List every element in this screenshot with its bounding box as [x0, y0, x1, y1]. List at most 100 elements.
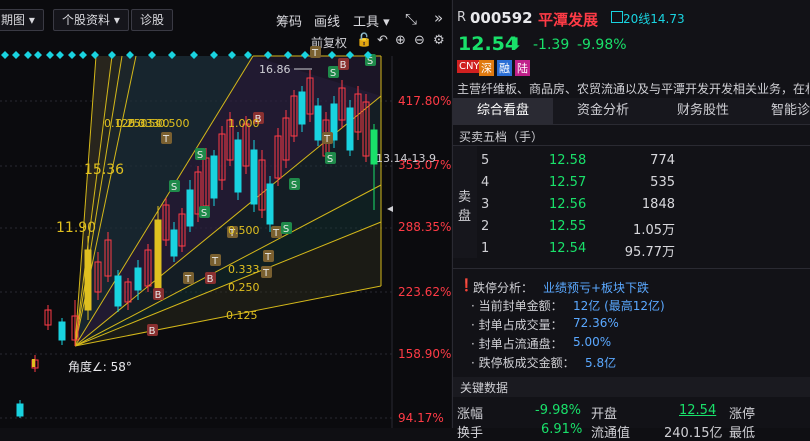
ob-volume: 95.77万	[624, 245, 675, 260]
candle-body	[84, 249, 92, 311]
kd-value-open: 12.54	[679, 403, 717, 418]
orderbook-row[interactable]: 2 12.55 1.05万	[453, 216, 693, 238]
candle-body	[250, 149, 258, 205]
tab-overview[interactable]: 综合看盘	[453, 98, 553, 124]
signal-marker-text: T	[262, 268, 270, 279]
stock-profile-label: 个股资料	[62, 13, 111, 27]
candle-body	[16, 403, 24, 417]
candle-body	[210, 155, 218, 199]
signal-marker-text: S	[291, 180, 297, 191]
orderbook-row[interactable]: 1 12.54 95.77万	[453, 238, 693, 260]
ob-level: 3	[481, 197, 490, 212]
ob-level: 5	[481, 153, 490, 168]
kd-value-float-value: 240.15亿	[664, 426, 723, 441]
signal-marker-text: B	[149, 326, 156, 337]
signal-marker-text: S	[197, 150, 203, 161]
tab-diagnosis[interactable]: 智能诊	[753, 98, 810, 124]
price-change-pct: -9.98%	[577, 37, 627, 53]
orderbook-title: 买卖五档（手）	[459, 130, 544, 144]
orderbook-row[interactable]: 5 12.58 774	[453, 150, 693, 172]
tag-currency: CNY	[457, 60, 482, 73]
kd-label-open: 开盘	[591, 407, 618, 422]
business-summary[interactable]: 主营纤维板、商品房、农贸流通以及与平潭开发开发相关业务，在林	[457, 80, 809, 97]
stock-code: 000592	[470, 9, 533, 27]
signal-marker-text: T	[264, 252, 272, 263]
fan-ratio-label: 1.000	[228, 117, 260, 130]
limit-down-reason[interactable]: 业绩预亏+板块下跌	[543, 279, 649, 296]
diamond-marker	[56, 51, 64, 59]
tab-financial[interactable]: 财务股性	[653, 98, 753, 124]
chart-toolbar: 期图 ▾ 个股资料 ▾ 诊股 筹码 画线 工具 ▾ ⤡ »	[0, 0, 451, 36]
price-change: -1.39	[533, 37, 570, 53]
ma-label: 20线14.73	[623, 12, 685, 26]
fan-ratio-label: 0.333	[228, 263, 260, 276]
signal-marker-text: S	[327, 154, 333, 165]
tag-shenzhen: 深	[479, 60, 494, 76]
kd-label-low: 最低	[729, 426, 756, 441]
fullscreen-icon[interactable]: ⤡	[405, 10, 417, 28]
diamond-marker	[12, 51, 20, 59]
diamond-marker	[1, 51, 9, 59]
orderbook-row[interactable]: 3 12.56 1848	[453, 194, 693, 216]
signal-marker-text: S	[171, 182, 177, 193]
kd-label-limit-up: 涨停	[729, 407, 756, 422]
diamond-marker	[34, 51, 42, 59]
price-pointer-icon	[387, 206, 393, 212]
tag-connect: 陆	[515, 60, 530, 76]
tools-link[interactable]: 工具 ▾	[353, 11, 390, 30]
period-label: 期图	[1, 13, 26, 27]
stock-name: 平潭发展	[538, 11, 599, 29]
tab-capital[interactable]: 资金分析	[553, 98, 653, 124]
candle-body	[346, 107, 354, 151]
orderbook-row[interactable]: 4 12.57 535	[453, 172, 693, 194]
signal-marker-text: B	[340, 60, 347, 71]
candle-body	[298, 91, 306, 125]
candlestick-chart[interactable]: SSSTBTTBTTTTSSTSSBTSBB 417.80%353.07%288…	[0, 36, 451, 428]
ld-line-value: 12亿 (最高12亿)	[573, 299, 665, 313]
signal-marker-text: B	[155, 290, 162, 301]
candle-body	[170, 229, 178, 257]
kd-value-change: -9.98%	[535, 403, 581, 418]
kd-value-turnover: 6.91%	[541, 422, 583, 437]
quote-panel: R 000592 平潭发展 20线14.73 12.54 ⬇ -1.39 -9.…	[452, 0, 810, 441]
tag-margin: 融	[497, 60, 512, 76]
diamond-marker	[68, 51, 76, 59]
draw-line-link[interactable]: 画线	[314, 11, 340, 30]
fan-ratio-label: 0.500	[228, 224, 260, 237]
candle-body	[314, 105, 322, 141]
pct-axis-label: 223.62%	[398, 285, 451, 299]
pct-axis-label: 417.80%	[398, 94, 451, 108]
ob-price: 12.57	[549, 175, 587, 190]
low-price-label: 13.14-13.9	[376, 152, 436, 165]
angle-label: 角度∠: 58°	[68, 359, 132, 374]
signal-marker-text: T	[311, 48, 319, 59]
pct-axis-label: 158.90%	[398, 347, 451, 361]
collapse-icon[interactable]: »	[434, 9, 443, 27]
limit-down-title: 跌停分析：	[473, 281, 534, 295]
ld-line-value: 5.8亿	[585, 356, 617, 370]
candle-body	[114, 275, 122, 307]
ob-volume: 535	[650, 175, 675, 190]
ld-line-label: · 跌停板成交金额：	[471, 356, 575, 370]
diamond-marker	[46, 51, 54, 59]
chips-link[interactable]: 筹码	[276, 11, 302, 30]
ob-volume: 774	[650, 153, 675, 168]
ob-price: 12.58	[549, 153, 587, 168]
candle-body	[186, 189, 194, 227]
ob-price: 12.54	[549, 241, 587, 256]
signal-marker-text: B	[207, 274, 214, 285]
period-button[interactable]: 期图 ▾	[0, 9, 44, 31]
fan-ratio-label: 0.250	[228, 281, 260, 294]
divider-2	[453, 268, 810, 269]
ob-volume: 1.05万	[633, 223, 675, 238]
rights-prefix: R	[457, 10, 467, 25]
ld-line-label: · 当前封单金额：	[471, 299, 563, 313]
stock-profile-button[interactable]: 个股资料 ▾	[53, 9, 129, 31]
divider	[453, 145, 810, 146]
diagnose-button[interactable]: 诊股	[131, 9, 174, 31]
fan-ratio-label: 0.500	[158, 117, 190, 130]
ld-line-value: 72.36%	[573, 316, 619, 330]
diamond-marker	[24, 51, 32, 59]
ma-icon	[611, 11, 623, 23]
ob-price: 12.56	[549, 197, 587, 212]
